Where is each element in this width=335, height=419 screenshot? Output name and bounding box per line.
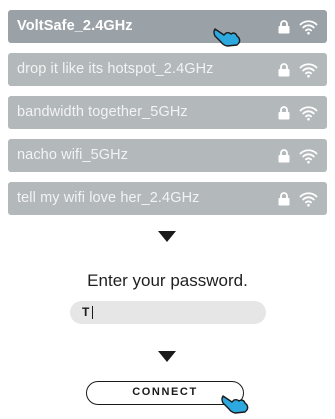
network-list: VoltSafe_2.4GHz drop it like its hotspot… — [8, 0, 327, 215]
network-item-love[interactable]: tell my wifi love her_2.4GHz — [8, 182, 327, 215]
password-field[interactable]: T — [70, 301, 266, 324]
lock-icon — [278, 20, 290, 34]
arrow-down-icon — [158, 351, 176, 362]
network-name: VoltSafe_2.4GHz — [17, 18, 133, 34]
hand-pointer-icon — [213, 28, 241, 47]
wifi-signal-icon — [299, 149, 318, 164]
lock-icon — [278, 63, 290, 77]
wifi-signal-icon — [299, 106, 318, 121]
network-item-hotspot[interactable]: drop it like its hotspot_2.4GHz — [8, 53, 327, 86]
network-name: drop it like its hotspot_2.4GHz — [17, 61, 214, 77]
password-prompt: Enter your password. — [87, 271, 248, 290]
wifi-signal-icon — [299, 192, 318, 207]
lock-icon — [278, 149, 290, 163]
wifi-signal-icon — [299, 20, 318, 35]
hand-pointer-icon — [221, 395, 249, 414]
text-caret — [92, 306, 93, 319]
network-item-nacho[interactable]: nacho wifi_5GHz — [8, 139, 327, 172]
network-item-voltsafe[interactable]: VoltSafe_2.4GHz — [8, 10, 327, 43]
lock-icon — [278, 106, 290, 120]
network-name: nacho wifi_5GHz — [17, 147, 129, 163]
wifi-signal-icon — [299, 63, 318, 78]
password-value: T — [82, 305, 90, 319]
network-item-bandwidth[interactable]: bandwidth together_5GHz — [8, 96, 327, 129]
network-name: bandwidth together_5GHz — [17, 104, 188, 120]
lock-icon — [278, 192, 290, 206]
network-name: tell my wifi love her_2.4GHz — [17, 190, 200, 206]
arrow-down-icon — [158, 231, 176, 242]
